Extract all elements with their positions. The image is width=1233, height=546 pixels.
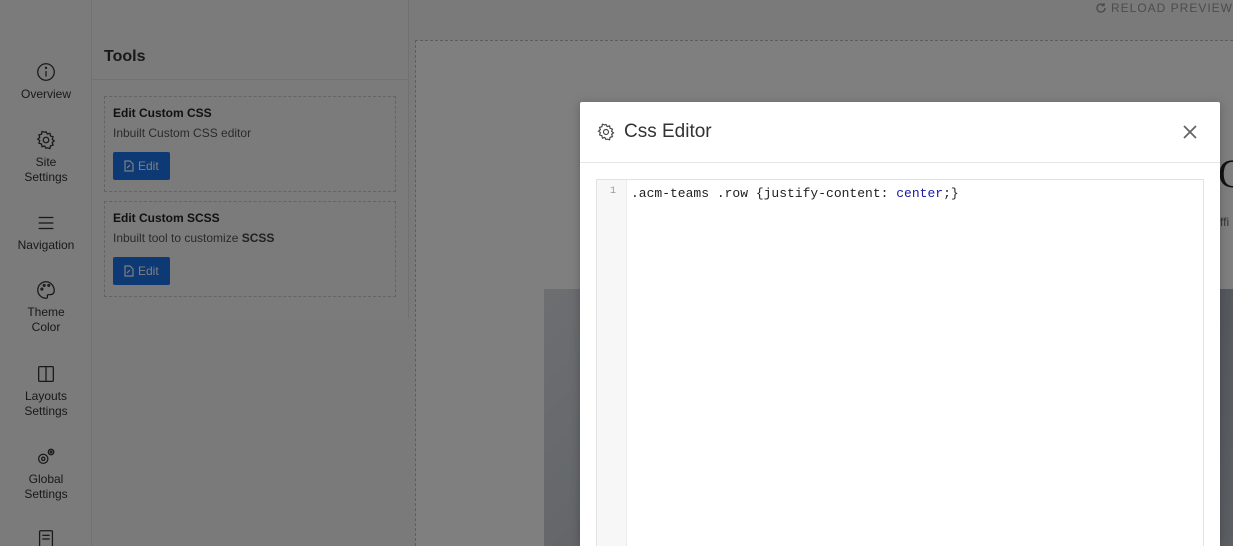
- code-text: .acm-teams .row {justify-content:: [631, 186, 897, 201]
- line-gutter: 1: [597, 180, 627, 546]
- code-line[interactable]: .acm-teams .row {justify-content: center…: [631, 186, 959, 201]
- line-number: 1: [609, 186, 616, 197]
- close-button[interactable]: [1182, 124, 1198, 140]
- code-keyword: center: [896, 186, 944, 201]
- code-text-end: ;}: [943, 186, 959, 201]
- modal-title: Css Editor: [624, 121, 712, 142]
- gear-icon: [596, 122, 616, 142]
- modal-header: Css Editor: [580, 102, 1220, 163]
- close-icon: [1183, 125, 1197, 139]
- css-editor-modal: Css Editor 1 .acm-teams .row {justify-co…: [580, 102, 1220, 546]
- css-code-editor[interactable]: 1 .acm-teams .row {justify-content: cent…: [596, 179, 1204, 546]
